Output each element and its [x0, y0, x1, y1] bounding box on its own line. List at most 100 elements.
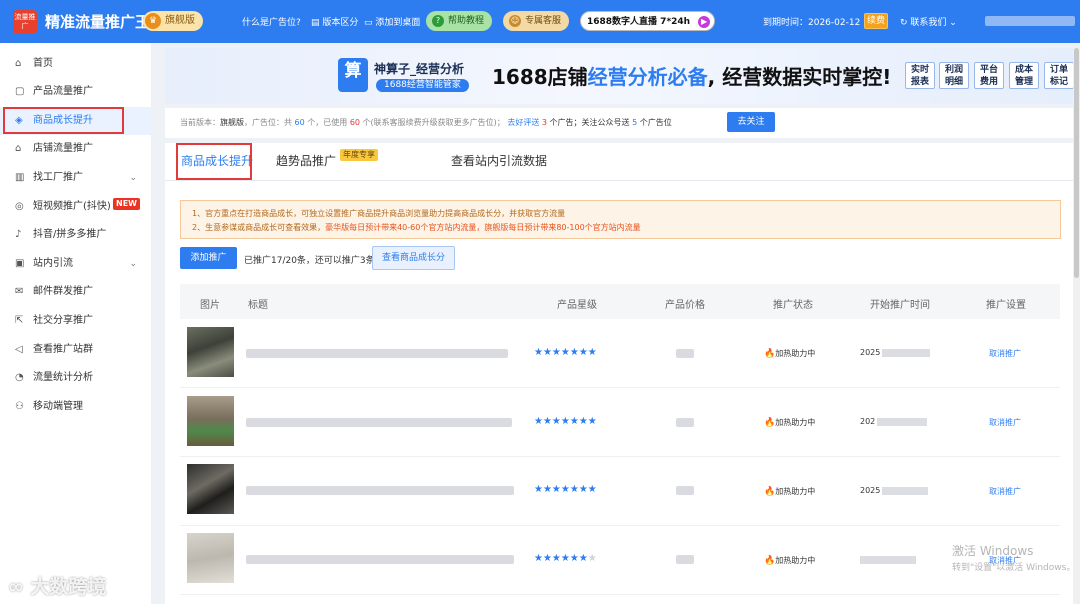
star-rating: ★★★★★★★ [534, 484, 597, 495]
page-scrollbar[interactable] [1073, 43, 1080, 604]
banner-app-sub: 1688经营智能管家 [376, 79, 469, 92]
fire-icon: 🔥 [764, 487, 776, 497]
sidebar-item-home[interactable]: ⌂ 首页 [0, 50, 151, 78]
view-growth-score-button[interactable]: 查看商品成长分 [372, 246, 455, 270]
crown-icon: ♛ [145, 13, 161, 29]
headset-icon: ☺ [509, 15, 521, 27]
account-name-redacted [985, 16, 1075, 26]
refresh-icon: ↻ [900, 18, 911, 28]
ad-slot-info: 当前版本：旗舰版，广告位：共 60 个，已使用 60 个(联系客服续费升级获取更… [180, 118, 672, 127]
review-link[interactable]: 去好评送 [507, 118, 539, 127]
home-icon: ⌂ [15, 58, 22, 69]
top-bar: 流量推广 精准流量推广王 ♛ 旗舰版 什么是广告位? ▤ 版本区分 ▭ 添加到桌面… [0, 0, 1080, 43]
sidebar-item-store-traffic[interactable]: ⌂ 店铺流量推广 [0, 135, 151, 163]
shensuanzi-app-icon: 算 [338, 58, 368, 92]
promotion-status: 🔥加热助力中 [764, 349, 816, 359]
sidebar-item-site-group[interactable]: ◁ 查看推广站群 [0, 336, 151, 364]
fire-icon: 🔥 [764, 556, 776, 566]
annual-badge: 年度专享 [340, 149, 378, 161]
video-icon: ◎ [15, 201, 24, 212]
col-price: 产品价格 [665, 300, 705, 311]
add-desktop-link[interactable]: ▭ 添加到桌面 [364, 15, 420, 28]
col-title: 标题 [248, 300, 268, 311]
sidebar-item-douyin-pdd[interactable]: ♪ 抖音/拼多多推广 [0, 221, 151, 249]
contact-us-link[interactable]: ↻ 联系我们 ⌄ [900, 15, 957, 28]
stats-icon: ◔ [15, 372, 24, 383]
price-redacted [676, 349, 694, 358]
app-title: 精准流量推广王 [45, 13, 151, 31]
star-rating: ★★★★★★★ [534, 553, 597, 564]
banner-tag: 实时 报表 [905, 62, 935, 89]
sidebar-item-onsite-traffic[interactable]: ▣ 站内引流 ⌄ [0, 250, 151, 278]
fire-icon: 🔥 [764, 349, 776, 359]
sidebar-item-factory[interactable]: ▥ 找工厂推广 ⌄ [0, 164, 151, 192]
brand-watermark: ∞ 大数跨境 [8, 576, 107, 598]
scrollbar-thumb[interactable] [1074, 48, 1079, 278]
app-logo: 流量推广 [13, 10, 37, 34]
chevron-down-icon: ⌄ [946, 18, 957, 28]
weibo-icon: ∞ [8, 576, 31, 598]
banner-tag: 成本 管理 [1009, 62, 1039, 89]
banner-tag: 订单 标记 [1044, 62, 1074, 89]
monitor-icon: ▭ [364, 18, 376, 28]
product-title-redacted [246, 418, 512, 427]
windows-activation-watermark: 激活 Windows [952, 544, 1034, 558]
box-icon: ▢ [15, 86, 25, 97]
start-date [860, 555, 916, 564]
price-redacted [676, 418, 694, 427]
product-title-redacted [246, 555, 514, 564]
promotion-count: 已推广17/20条，还可以推广3条 [244, 256, 375, 266]
price-redacted [676, 486, 694, 495]
col-start-time: 开始推广时间 [870, 300, 930, 311]
sidebar-item-social-share[interactable]: ⇱ 社交分享推广 [0, 307, 151, 335]
product-thumbnail [187, 327, 234, 377]
megaphone-icon: ◁ [15, 344, 23, 355]
highlight-box [3, 107, 124, 134]
product-title-redacted [246, 349, 508, 358]
share-icon: ⇱ [15, 315, 24, 326]
price-redacted [676, 555, 694, 564]
product-thumbnail [187, 396, 234, 446]
col-status: 推广状态 [773, 300, 813, 311]
sidebar-item-stats[interactable]: ◔ 流量统计分析 [0, 364, 151, 392]
banner-headline: 1688店铺经营分析必备, 经营数据实时掌控! [492, 65, 892, 89]
tab-trend-products[interactable]: 趋势品推广 [276, 152, 336, 169]
banner-tag: 利润 明细 [939, 62, 969, 89]
new-badge: NEW [113, 198, 140, 210]
star-rating: ★★★★★★★ [534, 416, 597, 427]
sidebar-item-short-video[interactable]: ◎ 短视频推广(抖快) NEW [0, 193, 151, 221]
cancel-promotion-link[interactable]: 取消推广 [989, 486, 1021, 497]
product-title-redacted [246, 486, 514, 495]
what-is-ad-link[interactable]: 什么是广告位? [242, 15, 301, 28]
start-date: 2025 [860, 486, 929, 495]
notice-line-2: 2、生意参谋或商品成长可查看效果，豪华版每日预计带来40-60个官方站内流量，旗… [192, 223, 641, 232]
promotion-status: 🔥加热助力中 [764, 418, 816, 428]
star-rating: ★★★★★★★ [534, 347, 597, 358]
store-icon: ⌂ [15, 143, 22, 154]
notice-line-1: 1、官方重点在打造商品成长，可独立设置推广商品提升商品浏览量助力提高商品成长分，… [192, 209, 566, 218]
expiry-date: 到期时间：2026-02-12 [763, 18, 861, 28]
add-promotion-button[interactable]: 添加推广 [180, 247, 237, 269]
play-icon: ▶ [698, 16, 711, 28]
mobile-icon: ⚇ [15, 401, 24, 412]
follow-button[interactable]: 去关注 [727, 112, 775, 132]
sidebar-item-email[interactable]: ✉ 邮件群发推广 [0, 278, 151, 306]
version-compare-link[interactable]: ▤ 版本区分 [311, 15, 358, 28]
tab-traffic-data[interactable]: 查看站内引流数据 [451, 152, 547, 169]
banner-app-name: 神算子_经营分析 [374, 62, 465, 76]
sidebar-item-product-traffic[interactable]: ▢ 产品流量推广 [0, 78, 151, 106]
tiktok-icon: ♪ [15, 229, 22, 240]
sidebar-item-mobile[interactable]: ⚇ 移动端管理 [0, 393, 151, 421]
renew-button[interactable]: 续费 [864, 13, 888, 29]
notice-box [180, 200, 1061, 239]
help-tutorial-button[interactable]: ? 帮助教程 [426, 11, 493, 31]
chart-icon: ▣ [15, 258, 25, 269]
customer-service-button[interactable]: ☺ 专属客服 [503, 11, 570, 31]
promotion-status: 🔥加热助力中 [764, 487, 816, 497]
tab-divider [165, 180, 1075, 181]
start-date: 2025 [860, 348, 931, 357]
live-stream-button[interactable]: 1688数字人直播 7*24h ▶ [580, 11, 716, 31]
product-thumbnail [187, 533, 234, 583]
cancel-promotion-link[interactable]: 取消推广 [989, 348, 1021, 359]
cancel-promotion-link[interactable]: 取消推广 [989, 417, 1021, 428]
